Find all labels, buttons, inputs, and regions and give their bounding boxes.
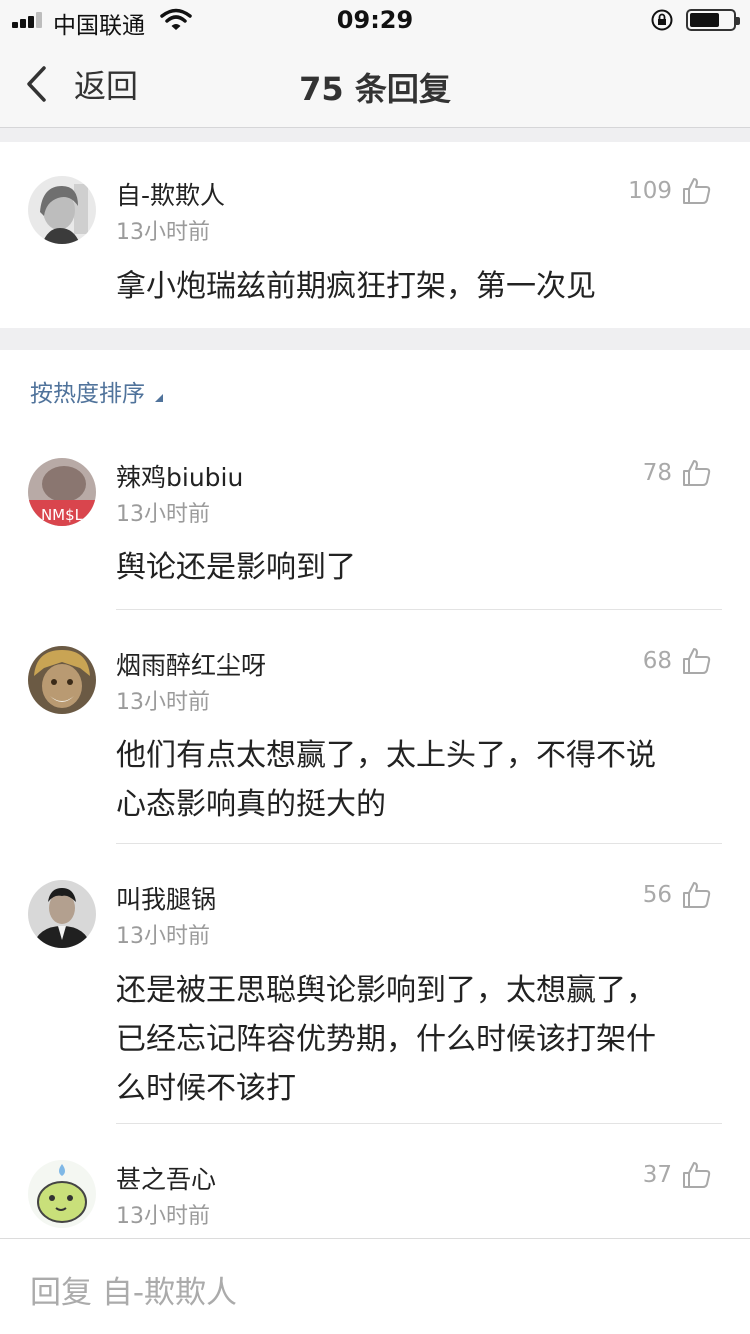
thumbs-up-icon (683, 178, 711, 204)
username[interactable]: 甚之吾心 (116, 1160, 216, 1196)
like-button[interactable]: 37 (643, 1160, 712, 1190)
timestamp: 13小时前 (116, 924, 210, 949)
thumbs-up-icon (683, 882, 711, 908)
comment-text: 舆论还是影响到了 (116, 543, 356, 592)
comment-line: 他们有点太想赢了，太上头了，不得不说 (116, 738, 656, 773)
page-title: 75 条回复 (299, 70, 451, 108)
reply-list: 按热度排序 NM$L 辣鸡biubiu 13小时前 78 舆论还是影响到了 烟雨… (0, 350, 750, 1238)
comment-line: 心态影响真的挺大的 (116, 787, 386, 822)
username[interactable]: 烟雨醉红尘呀 (116, 646, 266, 682)
timestamp: 13小时前 (116, 220, 210, 245)
username[interactable]: 叫我腿锅 (116, 880, 216, 916)
avatar-text: NM$L (41, 506, 84, 524)
nav-bar: 返回 75 条回复 (0, 40, 750, 128)
comment-line: 已经忘记阵容优势期，什么时候该打架什 (116, 1022, 656, 1057)
reply-input[interactable]: 回复 自-欺欺人 (0, 1238, 750, 1334)
thumbs-up-icon (683, 1162, 711, 1188)
timestamp: 13小时前 (116, 502, 210, 527)
username[interactable]: 辣鸡biubiu (116, 458, 243, 494)
like-count: 68 (642, 648, 672, 674)
comment-line: 舆论还是影响到了 (116, 550, 356, 585)
caret-icon (155, 394, 163, 402)
like-button[interactable]: 109 (628, 176, 712, 206)
like-button[interactable]: 68 (643, 646, 712, 676)
comment-line: 么时候不该打 (116, 1071, 296, 1106)
thumbs-up-icon (683, 648, 711, 674)
avatar[interactable] (28, 1160, 96, 1228)
comment-text: 还是被王思聪舆论影响到了，太想赢了， 已经忘记阵容优势期，什么时候该打架什 么时… (116, 966, 656, 1113)
status-bar: 中国联通 09:29 (0, 0, 750, 40)
main-comment: 自-欺欺人 13小时前 109 拿小炮瑞兹前期疯狂打架，第一次见 (0, 142, 750, 328)
avatar[interactable] (28, 646, 96, 714)
like-button[interactable]: 56 (643, 880, 712, 910)
thumbs-up-icon (683, 460, 711, 486)
timestamp: 13小时前 (116, 1204, 210, 1229)
divider (116, 1123, 722, 1124)
divider (116, 843, 722, 844)
like-button[interactable]: 78 (643, 458, 712, 488)
divider (116, 609, 722, 610)
like-count: 37 (642, 1162, 672, 1188)
comment-text: 拿小炮瑞兹前期疯狂打架，第一次见 (116, 269, 596, 304)
sort-button[interactable]: 按热度排序 (30, 374, 163, 408)
avatar[interactable] (28, 880, 96, 948)
timestamp: 13小时前 (116, 690, 210, 715)
reply-placeholder: 回复 自-欺欺人 (30, 1275, 238, 1311)
rotation-lock-icon (651, 9, 673, 31)
like-count: 56 (642, 882, 672, 908)
like-count: 78 (642, 460, 672, 486)
sort-label: 按热度排序 (30, 381, 145, 407)
username[interactable]: 自-欺欺人 (116, 176, 225, 212)
comment-line: 还是被王思聪舆论影响到了，太想赢了， (116, 973, 656, 1008)
comment-text: 他们有点太想赢了，太上头了，不得不说 心态影响真的挺大的 (116, 731, 656, 829)
battery-icon (686, 9, 740, 31)
avatar[interactable]: NM$L (28, 458, 96, 526)
avatar[interactable] (28, 176, 96, 244)
like-count: 109 (628, 178, 672, 204)
clock: 09:29 (336, 6, 414, 34)
